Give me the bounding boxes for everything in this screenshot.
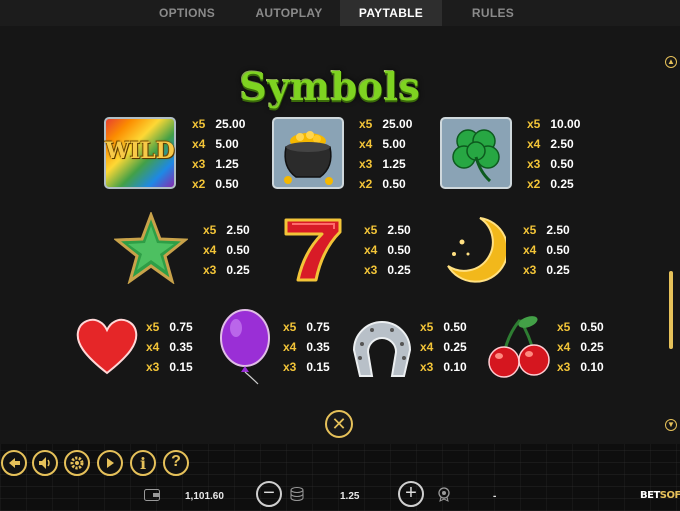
scroll-down-button[interactable]: ▼ (665, 419, 677, 431)
info-icon[interactable]: i (130, 450, 156, 476)
moon-payouts: x5 2.50 x4 0.50 x3 0.25 (523, 223, 570, 277)
tab-options[interactable]: OPTIONS (136, 0, 238, 26)
horseshoe-payouts: x5 0.50 x4 0.25 x3 0.10 (420, 320, 467, 374)
wallet-icon (144, 488, 160, 506)
bet-value: 1.25 (340, 491, 360, 502)
wild-label: WILD (105, 138, 175, 164)
tab-rules[interactable]: RULES (442, 0, 544, 26)
lucky-seven-icon (278, 214, 348, 284)
tab-paytable[interactable]: PAYTABLE (340, 0, 442, 26)
paytable-title: Symbols (239, 64, 421, 109)
tab-autoplay[interactable]: AUTOPLAY (238, 0, 340, 26)
pot-of-gold-icon (272, 117, 344, 189)
purple-balloon-icon (218, 308, 272, 386)
coins-icon (290, 487, 304, 506)
bet-increase-button[interactable]: + (398, 481, 424, 507)
wild-payouts: x5 25.00 x4 5.00 x3 1.25 x2 0.50 (192, 117, 246, 191)
green-star-icon (112, 210, 190, 285)
autoplay-icon[interactable] (97, 450, 123, 476)
back-arrow-icon[interactable] (1, 450, 27, 476)
help-icon[interactable]: ? (163, 450, 189, 476)
settings-gear-icon[interactable] (64, 450, 90, 476)
red-heart-icon (74, 315, 140, 377)
crescent-moon-icon (440, 214, 509, 284)
scroll-up-button[interactable]: ▲ (665, 56, 677, 68)
sound-icon[interactable] (32, 450, 58, 476)
balance-value: 1,101.60 (185, 491, 224, 502)
cherries-icon (486, 314, 552, 380)
horseshoe-icon (350, 314, 414, 380)
clover-payouts: x5 10.00 x4 2.50 x3 0.50 x2 0.25 (527, 117, 581, 191)
heart-payouts: x5 0.75 x4 0.35 x3 0.15 (146, 320, 193, 374)
tab-bar: OPTIONS AUTOPLAY PAYTABLE RULES (0, 0, 680, 26)
win-badge-icon (436, 486, 452, 507)
help-label: ? (171, 453, 181, 470)
bet-decrease-button[interactable]: − (256, 481, 282, 507)
close-button[interactable]: ✕ (325, 410, 353, 438)
star-payouts: x5 2.50 x4 0.50 x3 0.25 (203, 223, 250, 277)
four-leaf-clover-icon (440, 117, 512, 189)
betsoft-logo: BETSOFT (640, 490, 680, 501)
scrollbar-thumb[interactable] (669, 271, 673, 349)
pot-of-gold-payouts: x5 25.00 x4 5.00 x3 1.25 x2 0.50 (359, 117, 413, 191)
seven-payouts: x5 2.50 x4 0.50 x3 0.25 (364, 223, 411, 277)
cherries-payouts: x5 0.50 x4 0.25 x3 0.10 (557, 320, 604, 374)
balloon-payouts: x5 0.75 x4 0.35 x3 0.15 (283, 320, 330, 374)
info-label: i (139, 454, 147, 473)
win-value: - (493, 491, 497, 502)
